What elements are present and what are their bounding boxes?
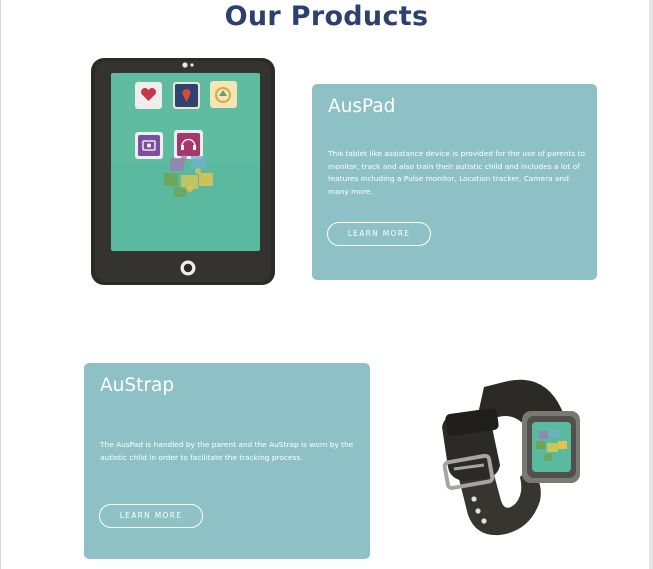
learn-more-button[interactable]: LEARN MORE (327, 222, 431, 246)
product-description: This tablet like assistance device is pr… (328, 149, 586, 196)
product-card-auspad: AusPad This tablet like assistance devic… (312, 84, 597, 280)
page-left-border (0, 0, 1, 569)
product-title: AusPad (328, 96, 396, 117)
product-description: The AusPad is handled by the parent and … (100, 440, 354, 462)
tablet-illustration (91, 58, 275, 285)
learn-more-button[interactable]: LEARN MORE (99, 504, 203, 528)
product-card-austrap: AuStrap The AusPad is handled by the par… (84, 363, 370, 559)
smartwatch-illustration (442, 379, 580, 536)
section-title: Our Products (224, 1, 429, 32)
page-scrollbar-track[interactable] (649, 0, 653, 569)
product-title: AuStrap (100, 375, 175, 396)
